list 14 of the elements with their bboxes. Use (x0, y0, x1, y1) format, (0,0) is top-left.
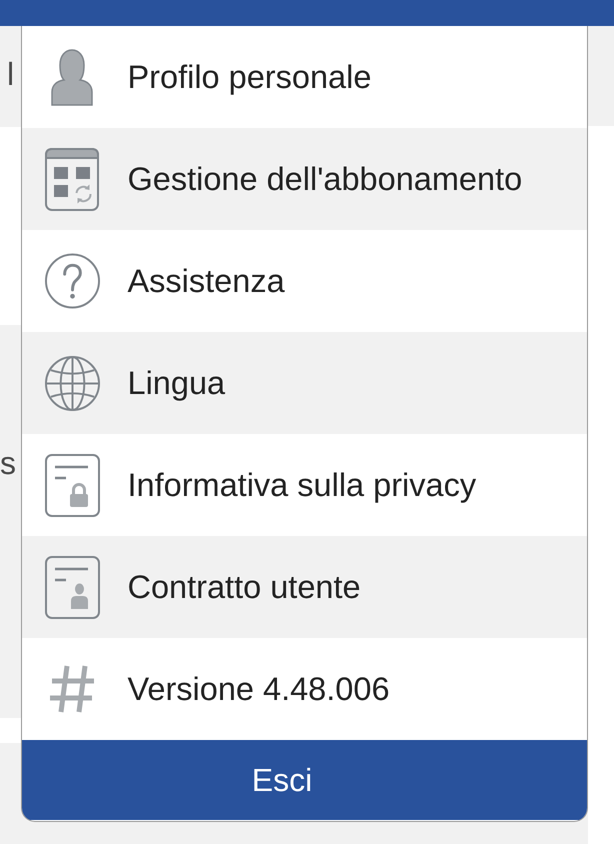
document-lock-icon (44, 454, 100, 516)
person-icon (51, 48, 93, 106)
calendar-refresh-icon (45, 148, 99, 210)
hash-icon (49, 664, 95, 714)
background-text: s (0, 445, 17, 481)
background-text: l (7, 56, 14, 92)
version-text: Versione 4.48.006 (128, 670, 390, 708)
menu-item[interactable]: Gestione dell'abbonamento (22, 128, 587, 230)
menu-item[interactable]: Lingua (22, 332, 587, 434)
menu-item[interactable]: Contratto utente (22, 536, 587, 638)
help-icon (44, 253, 100, 309)
document-person-icon (44, 556, 100, 618)
globe-icon (44, 354, 100, 412)
logout-button[interactable]: Esci (22, 740, 587, 820)
